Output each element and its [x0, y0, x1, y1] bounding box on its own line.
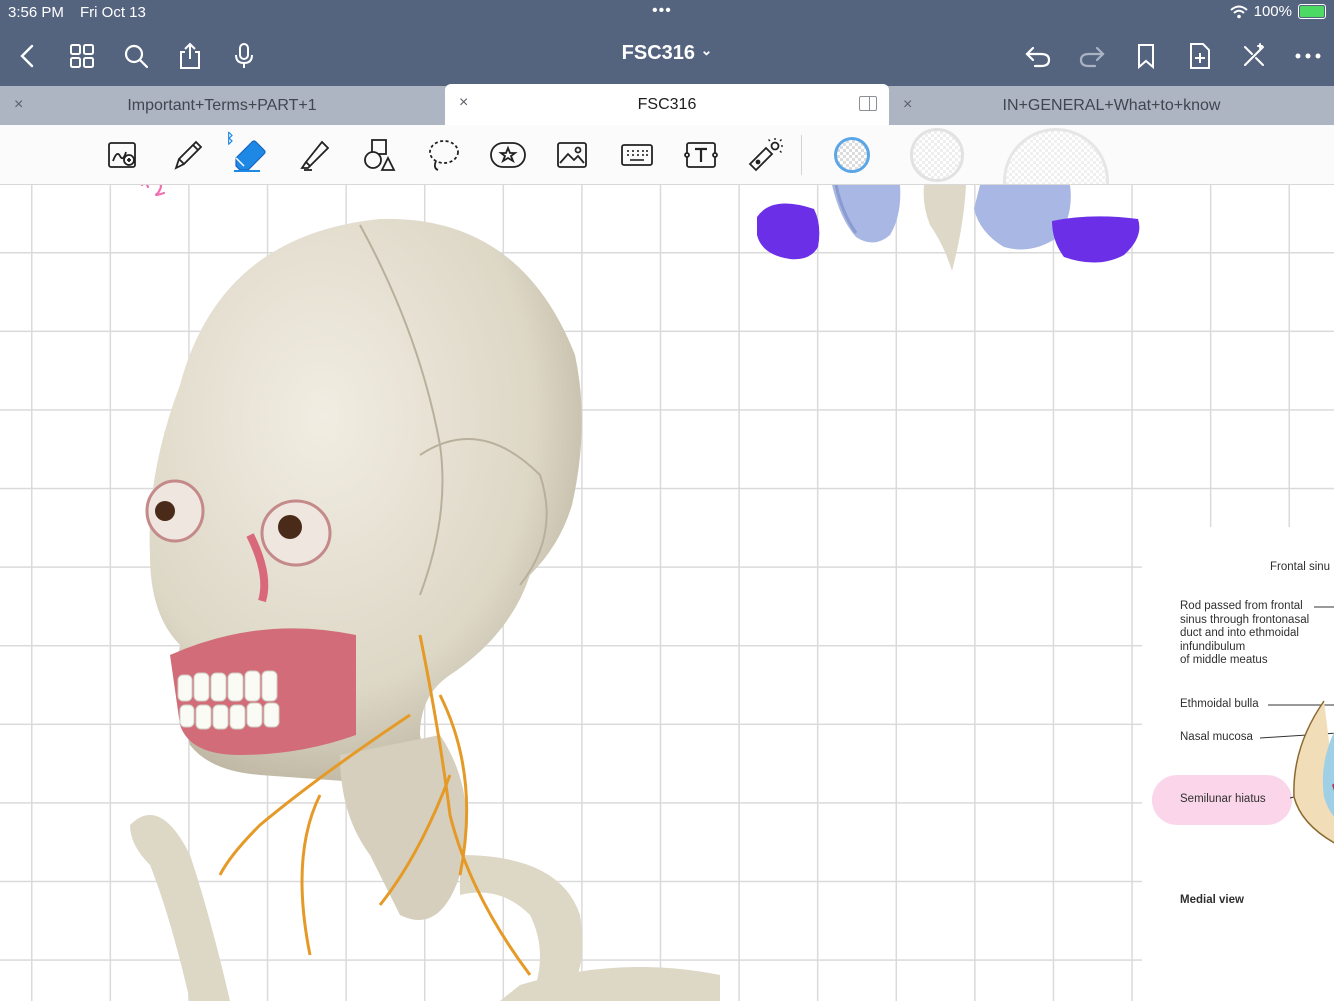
top-bar: 3:56 PM Fri Oct 13 ••• 100% FSC316 ⌄ [0, 0, 1334, 88]
eraser-icon[interactable]: ᛒ [226, 130, 268, 174]
search-icon[interactable] [120, 40, 152, 72]
keyboard-icon[interactable] [618, 136, 656, 174]
tab-label: Important+Terms+PART+1 [127, 96, 317, 114]
tab-close-icon[interactable]: × [14, 96, 23, 114]
eraser-size-medium[interactable] [910, 128, 964, 182]
wifi-icon [1229, 5, 1248, 18]
status-bar: 3:56 PM Fri Oct 13 ••• 100% [0, 0, 1334, 26]
more-icon[interactable] [1292, 40, 1324, 72]
tab-close-icon[interactable]: × [459, 94, 468, 112]
tab-fsc316[interactable]: × FSC316 [445, 84, 889, 125]
battery-fill [1300, 6, 1324, 17]
pink-ink-stroke [140, 185, 166, 197]
close-sparkle-icon[interactable] [1238, 40, 1270, 72]
nav-right-group [1022, 36, 1324, 76]
microphone-icon[interactable] [228, 40, 260, 72]
tab-label: FSC316 [637, 95, 697, 113]
tab-important-terms[interactable]: × Important+Terms+PART+1 [0, 86, 444, 125]
document-title-button[interactable]: FSC316 ⌄ [622, 42, 713, 64]
tab-in-general[interactable]: × IN+GENERAL+What+to+know [889, 86, 1334, 125]
zoom-window-icon[interactable] [104, 136, 142, 174]
skull-anatomy-image [130, 218, 720, 1001]
note-canvas[interactable]: Frontal sinu Rod passed from frontal sin… [0, 185, 1334, 1001]
split-view-icon[interactable] [859, 96, 877, 111]
tab-bar: × Important+Terms+PART+1 × FSC316 × IN+G… [0, 84, 1334, 125]
pen-icon[interactable] [168, 136, 206, 174]
bookmark-icon[interactable] [1130, 40, 1162, 72]
text-box-icon[interactable] [682, 136, 720, 174]
highlighter-icon[interactable] [296, 136, 334, 174]
status-date: Fri Oct 13 [80, 4, 146, 21]
lasso-icon[interactable] [425, 136, 463, 174]
undo-icon[interactable] [1022, 40, 1054, 72]
bluetooth-icon: ᛒ [226, 130, 235, 146]
image-icon[interactable] [553, 136, 591, 174]
document-title-text: FSC316 [621, 42, 696, 64]
toolbar-separator [801, 135, 802, 175]
eraser-size-small[interactable] [834, 137, 870, 173]
muscle-anatomy-image [757, 185, 1140, 271]
figure-leader-lines [1259, 606, 1334, 844]
status-right: 100% [1229, 3, 1326, 20]
shapes-icon[interactable] [360, 136, 398, 174]
add-page-icon[interactable] [1184, 40, 1216, 72]
status-time: 3:56 PM [8, 4, 64, 21]
grid-icon[interactable] [66, 40, 98, 72]
share-icon[interactable] [174, 40, 206, 72]
multitasking-dots[interactable]: ••• [652, 2, 672, 20]
sticker-icon[interactable] [489, 136, 527, 174]
back-chevron-icon[interactable] [12, 40, 44, 72]
drawing-toolbar: ᛒ [0, 125, 1334, 185]
redo-icon[interactable] [1076, 40, 1108, 72]
chevron-down-icon: ⌄ [700, 42, 713, 58]
tab-label: IN+GENERAL+What+to+know [1002, 96, 1221, 114]
nasal-anatomy-figure: Frontal sinu Rod passed from frontal sin… [1142, 527, 1334, 1001]
battery-percent: 100% [1253, 3, 1292, 20]
battery-icon [1298, 4, 1326, 19]
tab-close-icon[interactable]: × [903, 96, 912, 114]
laser-pointer-icon[interactable] [746, 136, 784, 174]
nav-left-group [12, 36, 260, 76]
